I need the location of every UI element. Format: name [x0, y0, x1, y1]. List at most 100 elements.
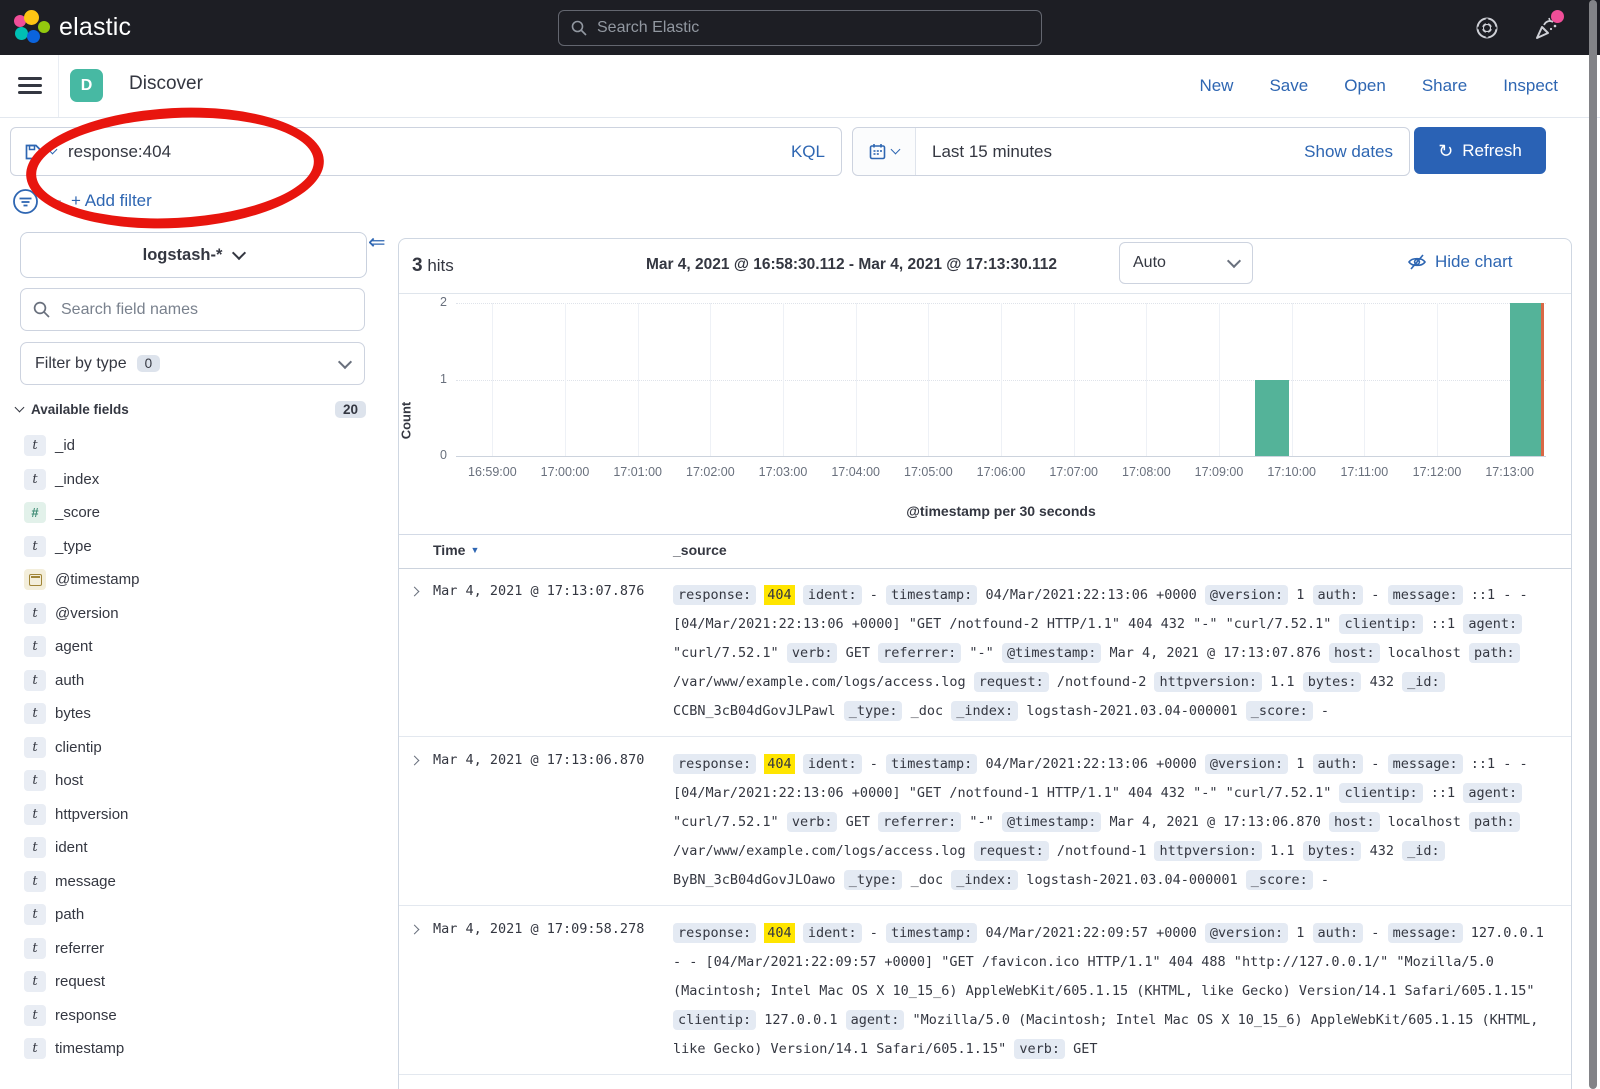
chevron-down-icon [234, 252, 244, 258]
discover-page: elastic [0, 0, 1600, 1089]
string-field-icon: t [24, 469, 46, 490]
search-icon [571, 20, 587, 36]
calendar-glyph [29, 574, 42, 586]
column-header-source: _source [673, 542, 727, 558]
field-chip: @version: [1205, 923, 1288, 943]
field-item-host[interactable]: thost [24, 764, 382, 798]
v-gridline [1219, 303, 1220, 456]
collapse-sidebar-icon[interactable]: ⇐ [368, 230, 386, 255]
field-chip: httpversion: [1154, 672, 1262, 692]
field-search-input[interactable] [59, 300, 352, 320]
query-language-button[interactable]: KQL [791, 142, 841, 162]
field-value: - [1371, 587, 1379, 603]
x-tick-17:05:00: 17:05:00 [904, 465, 953, 479]
string-field-icon: t [24, 871, 46, 892]
field-item-message[interactable]: tmessage [24, 865, 382, 899]
field-item-@timestamp[interactable]: @timestamp [24, 563, 382, 597]
menu-inspect[interactable]: Inspect [1503, 76, 1558, 96]
global-search[interactable] [558, 10, 1042, 46]
histogram-bar-17:09:30[interactable] [1255, 380, 1289, 457]
histogram-bar-17:13:00[interactable] [1510, 303, 1544, 456]
v-gridline [1437, 303, 1438, 456]
quick-select-button[interactable] [853, 128, 916, 175]
app-navbar: D Discover New Save Open Share Inspect [0, 55, 1600, 118]
query-input[interactable] [66, 141, 791, 163]
field-name: timestamp [55, 1040, 124, 1057]
filter-bar: + Add filter [12, 186, 152, 216]
v-gridline [928, 303, 929, 456]
newsfeed-button[interactable] [1534, 15, 1560, 41]
time-range-display: Mar 4, 2021 @ 16:58:30.112 - Mar 4, 2021… [599, 256, 1104, 274]
field-item-@version[interactable]: t@version [24, 597, 382, 631]
x-tick-17:08:00: 17:08:00 [1122, 465, 1171, 479]
v-gridline [783, 303, 784, 456]
string-field-icon: t [24, 1038, 46, 1059]
sort-desc-icon[interactable]: ▼ [470, 545, 479, 555]
filter-by-type-select[interactable]: Filter by type 0 [20, 342, 365, 385]
menu-new[interactable]: New [1199, 76, 1233, 96]
show-dates-button[interactable]: Show dates [1304, 142, 1409, 162]
field-item-httpversion[interactable]: thttpversion [24, 798, 382, 832]
field-chip: agent: [1463, 783, 1522, 803]
field-item-request[interactable]: trequest [24, 965, 382, 999]
row-source: response: 404 ident: - timestamp: 04/Mar… [673, 750, 1546, 895]
saved-query-button[interactable] [11, 143, 66, 161]
time-range-value[interactable]: Last 15 minutes [916, 142, 1304, 162]
expand-row-icon[interactable] [411, 588, 418, 595]
discover-app-badge[interactable]: D [70, 69, 103, 102]
field-chip: path: [1469, 812, 1520, 832]
menu-open[interactable]: Open [1344, 76, 1386, 96]
row-time: Mar 4, 2021 @ 17:13:07.876 [433, 583, 644, 599]
string-field-icon: t [24, 737, 46, 758]
elastic-logo[interactable]: elastic [14, 10, 131, 46]
global-search-input[interactable] [595, 18, 1041, 38]
x-tick-17:09:00: 17:09:00 [1195, 465, 1244, 479]
refresh-button[interactable]: ↻ Refresh [1414, 127, 1546, 174]
field-name: agent [55, 638, 93, 655]
field-item-_id[interactable]: t_id [24, 429, 382, 463]
expand-row-icon[interactable] [411, 757, 418, 764]
field-chip: _score: [1246, 870, 1313, 890]
field-item-timestamp[interactable]: t timestamp [24, 1032, 382, 1066]
add-filter-button[interactable]: + Add filter [71, 191, 152, 211]
x-tick-17:12:00: 17:12:00 [1413, 465, 1462, 479]
y-tick-0: 0 [419, 448, 447, 462]
field-chip: message: [1388, 585, 1463, 605]
help-icon[interactable] [1474, 15, 1500, 41]
menu-save[interactable]: Save [1269, 76, 1308, 96]
field-item-bytes[interactable]: tbytes [24, 697, 382, 731]
field-item-path[interactable]: tpath [24, 898, 382, 932]
field-item-auth[interactable]: tauth [24, 664, 382, 698]
field-item-response[interactable]: tresponse [24, 999, 382, 1033]
v-gridline [565, 303, 566, 456]
row-time: Mar 4, 2021 @ 17:13:06.870 [433, 752, 644, 768]
table-row: Mar 4, 2021 @ 17:13:06.870 response: 404 … [399, 737, 1571, 906]
field-value: 1.1 [1270, 674, 1294, 690]
index-pattern-select[interactable]: logstash-* [20, 232, 367, 278]
page-title: Discover [129, 73, 203, 95]
expand-row-icon[interactable] [411, 926, 418, 933]
page-scrollbar[interactable] [1589, 0, 1597, 1089]
filter-icon[interactable] [12, 188, 39, 215]
hide-chart-button[interactable]: Hide chart [1407, 252, 1512, 272]
plot-area[interactable] [456, 303, 1546, 457]
field-chip: httpversion: [1154, 841, 1262, 861]
field-item-ident[interactable]: tident [24, 831, 382, 865]
field-item-_index[interactable]: t_index [24, 463, 382, 497]
field-chip: ident: [803, 923, 862, 943]
field-item-agent[interactable]: tagent [24, 630, 382, 664]
field-item-clientip[interactable]: tclientip [24, 731, 382, 765]
field-item-referrer[interactable]: treferrer [24, 932, 382, 966]
field-chip: response: [673, 923, 756, 943]
field-chip: verb: [787, 812, 838, 832]
field-item-_type[interactable]: t_type [24, 530, 382, 564]
histogram-interval-select[interactable]: Auto [1119, 242, 1253, 284]
menu-icon[interactable] [18, 77, 42, 94]
menu-share[interactable]: Share [1422, 76, 1467, 96]
available-fields-accordion[interactable]: Available fields 20 [16, 401, 366, 418]
hits-count: 3 hits [412, 255, 454, 277]
field-item-_score[interactable]: #_score [24, 496, 382, 530]
column-header-time[interactable]: Time ▼ [433, 542, 479, 558]
field-chip: timestamp: [886, 923, 977, 943]
x-tick-17:10:00: 17:10:00 [1267, 465, 1316, 479]
